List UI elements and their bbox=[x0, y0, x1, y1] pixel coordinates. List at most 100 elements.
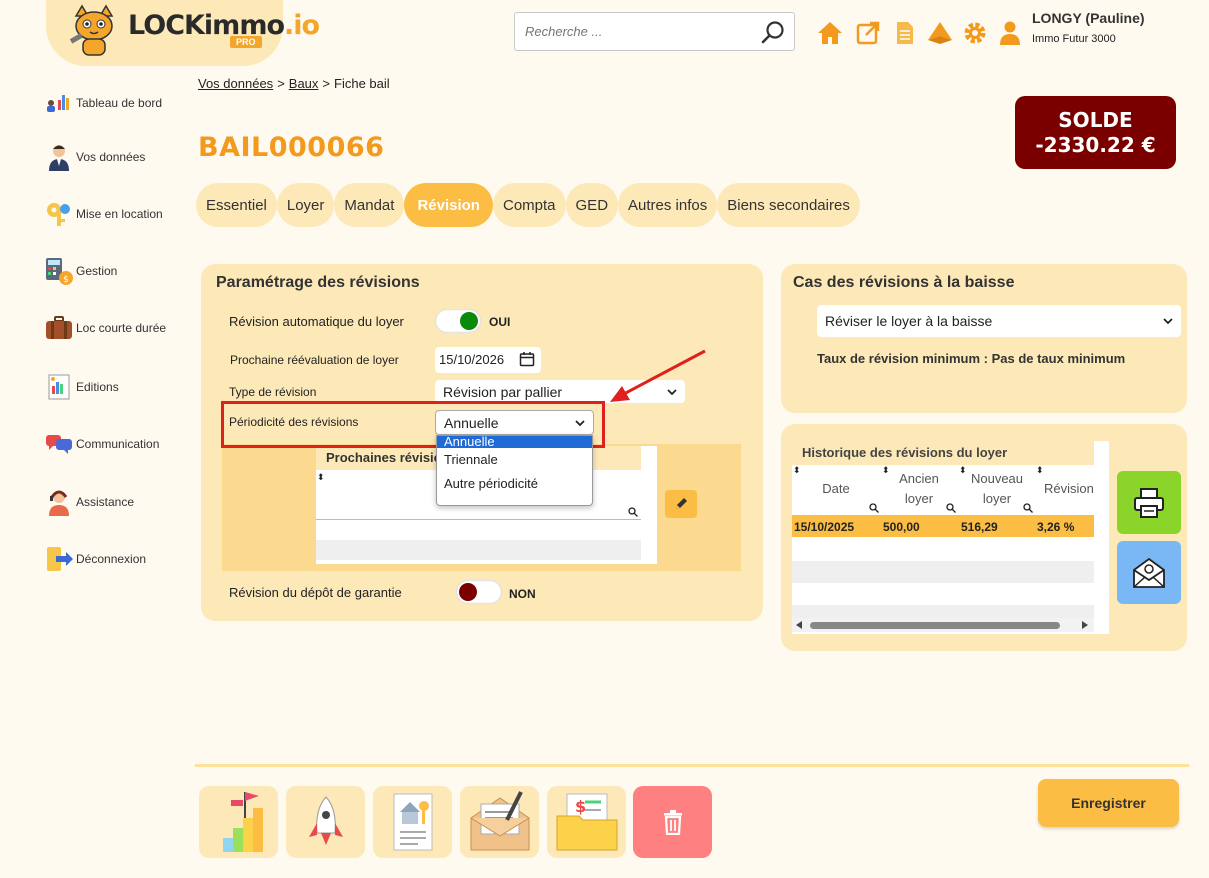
logo[interactable]: LOCKimmo.io PRO bbox=[46, 0, 320, 66]
scrollbar-thumb[interactable] bbox=[810, 622, 1060, 629]
search-box bbox=[514, 12, 795, 51]
sidebar-item-gestion[interactable]: $ Gestion bbox=[44, 256, 117, 286]
suitcase-icon bbox=[46, 316, 72, 339]
home-icon[interactable] bbox=[817, 20, 843, 46]
sidebar-item-loc-courte-duree[interactable]: Loc courte durée bbox=[44, 313, 166, 343]
sidebar-item-tableau-de-bord[interactable]: Tableau de bord bbox=[44, 88, 162, 118]
scroll-left-icon[interactable] bbox=[795, 621, 803, 629]
delete-button[interactable] bbox=[633, 786, 712, 858]
sidebar-label: Vos données bbox=[76, 150, 146, 164]
sidebar-label: Mise en location bbox=[76, 207, 163, 221]
table-row[interactable]: 15/10/2025 500,00 516,29 3,26 % bbox=[792, 515, 1094, 537]
rocket-button[interactable] bbox=[286, 786, 365, 858]
invoice-folder-icon: $ bbox=[556, 793, 617, 851]
svg-text:$: $ bbox=[575, 797, 586, 816]
auto-revision-label: Révision automatique du loyer bbox=[229, 314, 404, 329]
dashboard-icon bbox=[47, 95, 69, 112]
tab-biens-secondaires[interactable]: Biens secondaires bbox=[717, 183, 860, 227]
chevron-down-icon bbox=[1163, 318, 1173, 325]
invoice-folder-button[interactable]: $ bbox=[547, 786, 626, 858]
letter-button[interactable] bbox=[460, 786, 539, 858]
tab-mandat[interactable]: Mandat bbox=[334, 183, 405, 227]
cell-date: 15/10/2025 bbox=[794, 520, 855, 534]
next-reevaluation-date-input[interactable]: 15/10/2026 bbox=[435, 347, 541, 373]
save-button[interactable]: Enregistrer bbox=[1038, 779, 1179, 827]
print-button[interactable] bbox=[1117, 471, 1181, 534]
periodicity-dropdown-list: Annuelle Triennale Autre périodicité bbox=[436, 435, 593, 506]
breadcrumb-separator: > bbox=[322, 76, 331, 91]
sidebar-item-communication[interactable]: Communication bbox=[44, 429, 159, 459]
filter-search-icon[interactable] bbox=[1023, 503, 1033, 513]
alert-icon[interactable] bbox=[927, 20, 953, 46]
scroll-right-icon[interactable] bbox=[1081, 621, 1089, 629]
tab-compta[interactable]: Compta bbox=[492, 183, 566, 227]
progress-button[interactable] bbox=[199, 786, 278, 858]
auto-revision-toggle[interactable] bbox=[435, 309, 481, 333]
deposit-revision-label: Révision du dépôt de garantie bbox=[229, 585, 402, 600]
column-header-ancien-loyer[interactable]: Ancien loyer bbox=[889, 469, 949, 509]
next-reevaluation-label: Prochaine réévaluation de loyer bbox=[230, 353, 399, 367]
user-organization: Immo Futur 3000 bbox=[1032, 33, 1116, 45]
sidebar-item-vos-donnees[interactable]: Vos données bbox=[44, 142, 145, 172]
column-header-nouveau-loyer[interactable]: Nouveau loyer bbox=[962, 469, 1032, 509]
breadcrumb-link-vos-donnees[interactable]: Vos données bbox=[198, 76, 273, 91]
edit-button[interactable] bbox=[665, 490, 697, 518]
revision-type-value: Révision par pallier bbox=[443, 383, 563, 400]
pencil-icon bbox=[676, 498, 687, 509]
search-input[interactable] bbox=[515, 13, 755, 50]
user-name[interactable]: LONGY (Pauline) bbox=[1032, 10, 1145, 26]
filter-search-icon[interactable] bbox=[628, 507, 638, 517]
table-row bbox=[316, 540, 641, 560]
solde-label: SOLDE bbox=[1058, 108, 1133, 132]
revision-type-label: Type de révision bbox=[229, 385, 317, 399]
support-icon bbox=[49, 490, 69, 516]
email-button[interactable] bbox=[1117, 541, 1181, 604]
gear-icon[interactable] bbox=[962, 20, 988, 46]
breadcrumb-link-baux[interactable]: Baux bbox=[289, 76, 319, 91]
toggle-knob bbox=[459, 583, 477, 601]
column-header-date[interactable]: Date bbox=[806, 479, 866, 499]
logo-text: LOCKimmo.io bbox=[128, 10, 320, 41]
table-row bbox=[792, 605, 1094, 618]
printer-icon bbox=[1134, 487, 1164, 518]
dropdown-option-triennale[interactable]: Triennale bbox=[437, 448, 592, 472]
tab-ged[interactable]: GED bbox=[565, 183, 619, 227]
sidebar-item-assistance[interactable]: Assistance bbox=[44, 487, 134, 517]
property-document-button[interactable] bbox=[373, 786, 452, 858]
filter-search-icon[interactable] bbox=[946, 503, 956, 513]
bottom-divider bbox=[195, 764, 1189, 767]
document-icon[interactable] bbox=[892, 20, 918, 46]
calendar-icon[interactable] bbox=[519, 351, 535, 367]
cat-mascot-icon bbox=[69, 4, 114, 56]
horizontal-scrollbar[interactable] bbox=[792, 618, 1094, 632]
sidebar-label: Loc courte durée bbox=[76, 321, 167, 335]
sidebar-label: Gestion bbox=[76, 264, 118, 278]
tab-autres-infos[interactable]: Autres infos bbox=[618, 183, 718, 227]
downward-revision-select[interactable]: Réviser le loyer à la baisse bbox=[817, 305, 1181, 337]
deposit-revision-toggle[interactable] bbox=[456, 580, 502, 604]
logout-icon bbox=[47, 547, 73, 571]
sidebar-item-deconnexion[interactable]: Déconnexion bbox=[44, 544, 146, 574]
user-icon[interactable] bbox=[997, 20, 1023, 46]
tab-essentiel[interactable]: Essentiel bbox=[196, 183, 277, 227]
dropdown-option-autre[interactable]: Autre périodicité bbox=[437, 472, 592, 496]
filter-search-icon[interactable] bbox=[869, 503, 879, 513]
sort-icon[interactable]: ⬍ bbox=[317, 472, 325, 483]
dropdown-option-annuelle[interactable]: Annuelle bbox=[437, 436, 592, 448]
svg-text:$: $ bbox=[63, 275, 69, 285]
solde-badge: SOLDE -2330.22 € bbox=[1015, 96, 1176, 169]
sidebar-label: Assistance bbox=[76, 495, 135, 509]
sidebar-item-editions[interactable]: Editions bbox=[44, 372, 119, 402]
tab-revision[interactable]: Révision bbox=[404, 183, 493, 227]
tab-loyer[interactable]: Loyer bbox=[276, 183, 335, 227]
sidebar-label: Tableau de bord bbox=[76, 96, 163, 110]
sidebar-label: Communication bbox=[76, 437, 160, 451]
sidebar-item-mise-en-location[interactable]: Mise en location bbox=[44, 199, 163, 229]
column-header-revision[interactable]: Révision bbox=[1044, 479, 1104, 499]
sort-icon[interactable]: ⬍ bbox=[793, 465, 801, 476]
search-icon[interactable] bbox=[760, 19, 788, 45]
sort-icon[interactable]: ⬍ bbox=[1036, 465, 1044, 476]
breadcrumb-current: Fiche bail bbox=[334, 76, 390, 91]
page-title: BAIL000066 bbox=[198, 132, 385, 163]
external-link-icon[interactable] bbox=[855, 20, 881, 46]
